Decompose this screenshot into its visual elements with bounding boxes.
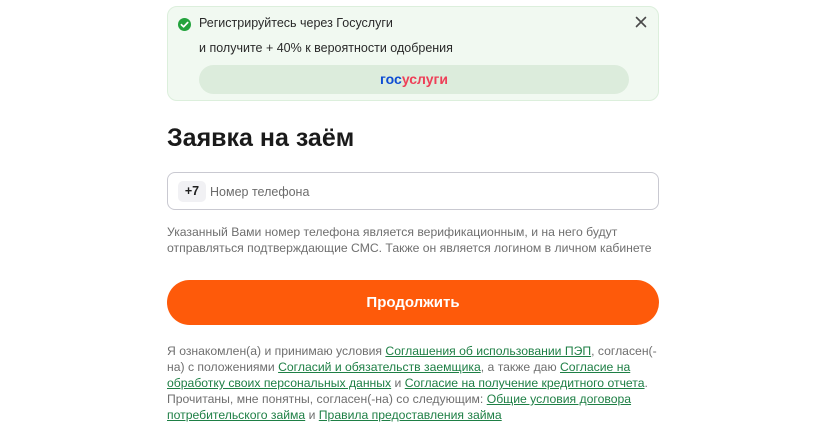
phone-country-code: +7 <box>178 181 206 202</box>
terms-line: Прочитаны, мне понятны, согласен(-на) со… <box>167 391 659 407</box>
phone-hint-line: отправляться подтверждающие СМС. Также о… <box>167 241 652 255</box>
loan-rules-link[interactable]: Правила предоставления займа <box>319 408 502 422</box>
continue-button[interactable]: Продолжить <box>167 280 659 325</box>
terms-text-fragment: , а также даю <box>480 360 560 374</box>
gosuslugi-banner: Регистрируйтесь через Госуслуги и получи… <box>167 6 659 101</box>
terms-line: обработку своих персональных данных и Со… <box>167 375 659 391</box>
terms-text-fragment: и <box>391 376 405 390</box>
personal-data-consent-link[interactable]: Согласие на <box>560 360 630 374</box>
check-circle-icon <box>178 18 191 31</box>
banner-title: Регистрируйтесь через Госуслуги <box>199 16 393 30</box>
terms-text: Я ознакомлен(а) и принимаю условия Согла… <box>167 343 659 423</box>
borrower-obligations-link[interactable]: Согласий и обязательств заемщика <box>278 360 481 374</box>
phone-hint-line: Указанный Вами номер телефона является в… <box>167 225 618 239</box>
personal-data-consent-link[interactable]: обработку своих персональных данных <box>167 376 391 390</box>
gosuslugi-button[interactable]: госуслуги <box>199 65 629 94</box>
page-title: Заявка на заём <box>167 124 355 152</box>
phone-field: +7 <box>167 172 659 210</box>
loan-general-terms-link[interactable]: Общие условия договора <box>487 392 631 406</box>
banner-subtitle: и получите + 40% к вероятности одобрения <box>199 41 453 55</box>
loan-general-terms-link[interactable]: потребительского займа <box>167 408 305 422</box>
terms-line: Я ознакомлен(а) и принимаю условия Согла… <box>167 343 659 359</box>
credit-report-consent-link[interactable]: Согласие на получение кредитного отчета <box>405 376 645 390</box>
terms-line: потребительского займа и Правила предост… <box>167 407 659 423</box>
pep-agreement-link[interactable]: Соглашения об использовании ПЭП <box>385 344 591 358</box>
terms-text-fragment: . <box>644 376 648 390</box>
terms-text-fragment: Я ознакомлен(а) и принимаю условия <box>167 344 386 358</box>
terms-line: на) с положениями Согласий и обязательст… <box>167 359 659 375</box>
gosuslugi-logo-part1: гос <box>380 71 402 87</box>
phone-hint: Указанный Вами номер телефона является в… <box>167 224 659 256</box>
gosuslugi-logo-part2: услуги <box>401 71 448 87</box>
terms-text-fragment: на) с положениями <box>167 360 279 374</box>
terms-text-fragment: , согласен(- <box>591 344 657 358</box>
close-icon[interactable] <box>633 14 649 30</box>
terms-text-fragment: и <box>305 408 319 422</box>
terms-text-fragment: Прочитаны, мне понятны, согласен(-на) со… <box>167 392 487 406</box>
phone-input[interactable] <box>210 182 640 202</box>
